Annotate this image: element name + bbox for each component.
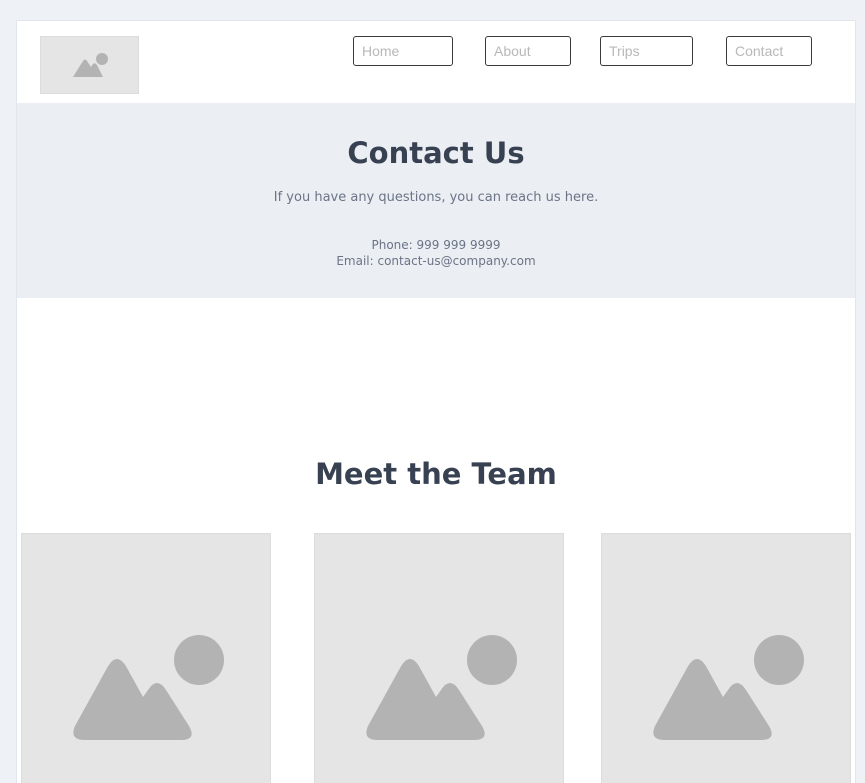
team-title: Meet the Team: [315, 457, 557, 491]
contact-phone: Phone: 999 999 9999: [371, 238, 501, 252]
nav-contact-button[interactable]: Contact: [726, 36, 812, 66]
image-placeholder-icon: [653, 635, 804, 740]
image-placeholder-icon: [73, 53, 108, 77]
image-placeholder-icon: [73, 635, 224, 740]
image-placeholder-icon: [366, 635, 517, 740]
contact-title: Contact Us: [347, 136, 525, 170]
nav-home-button[interactable]: Home: [353, 36, 453, 66]
page-frame: Home About Trips Contact Contact Us If y…: [16, 20, 856, 783]
contact-section: Contact Us If you have any questions, yo…: [17, 103, 855, 298]
nav-trips-button[interactable]: Trips: [600, 36, 693, 66]
contact-info: Phone: 999 999 9999 Email: contact-us@co…: [17, 237, 855, 269]
team-member-photo[interactable]: [314, 533, 564, 783]
logo-placeholder[interactable]: [40, 36, 139, 94]
team-member-photo[interactable]: [601, 533, 851, 783]
contact-email: Email: contact-us@company.com: [336, 254, 536, 268]
team-member-photo[interactable]: [21, 533, 271, 783]
contact-lead-text: If you have any questions, you can reach…: [273, 190, 599, 205]
nav-about-button[interactable]: About: [485, 36, 571, 66]
site-header: Home About Trips Contact: [17, 21, 855, 103]
